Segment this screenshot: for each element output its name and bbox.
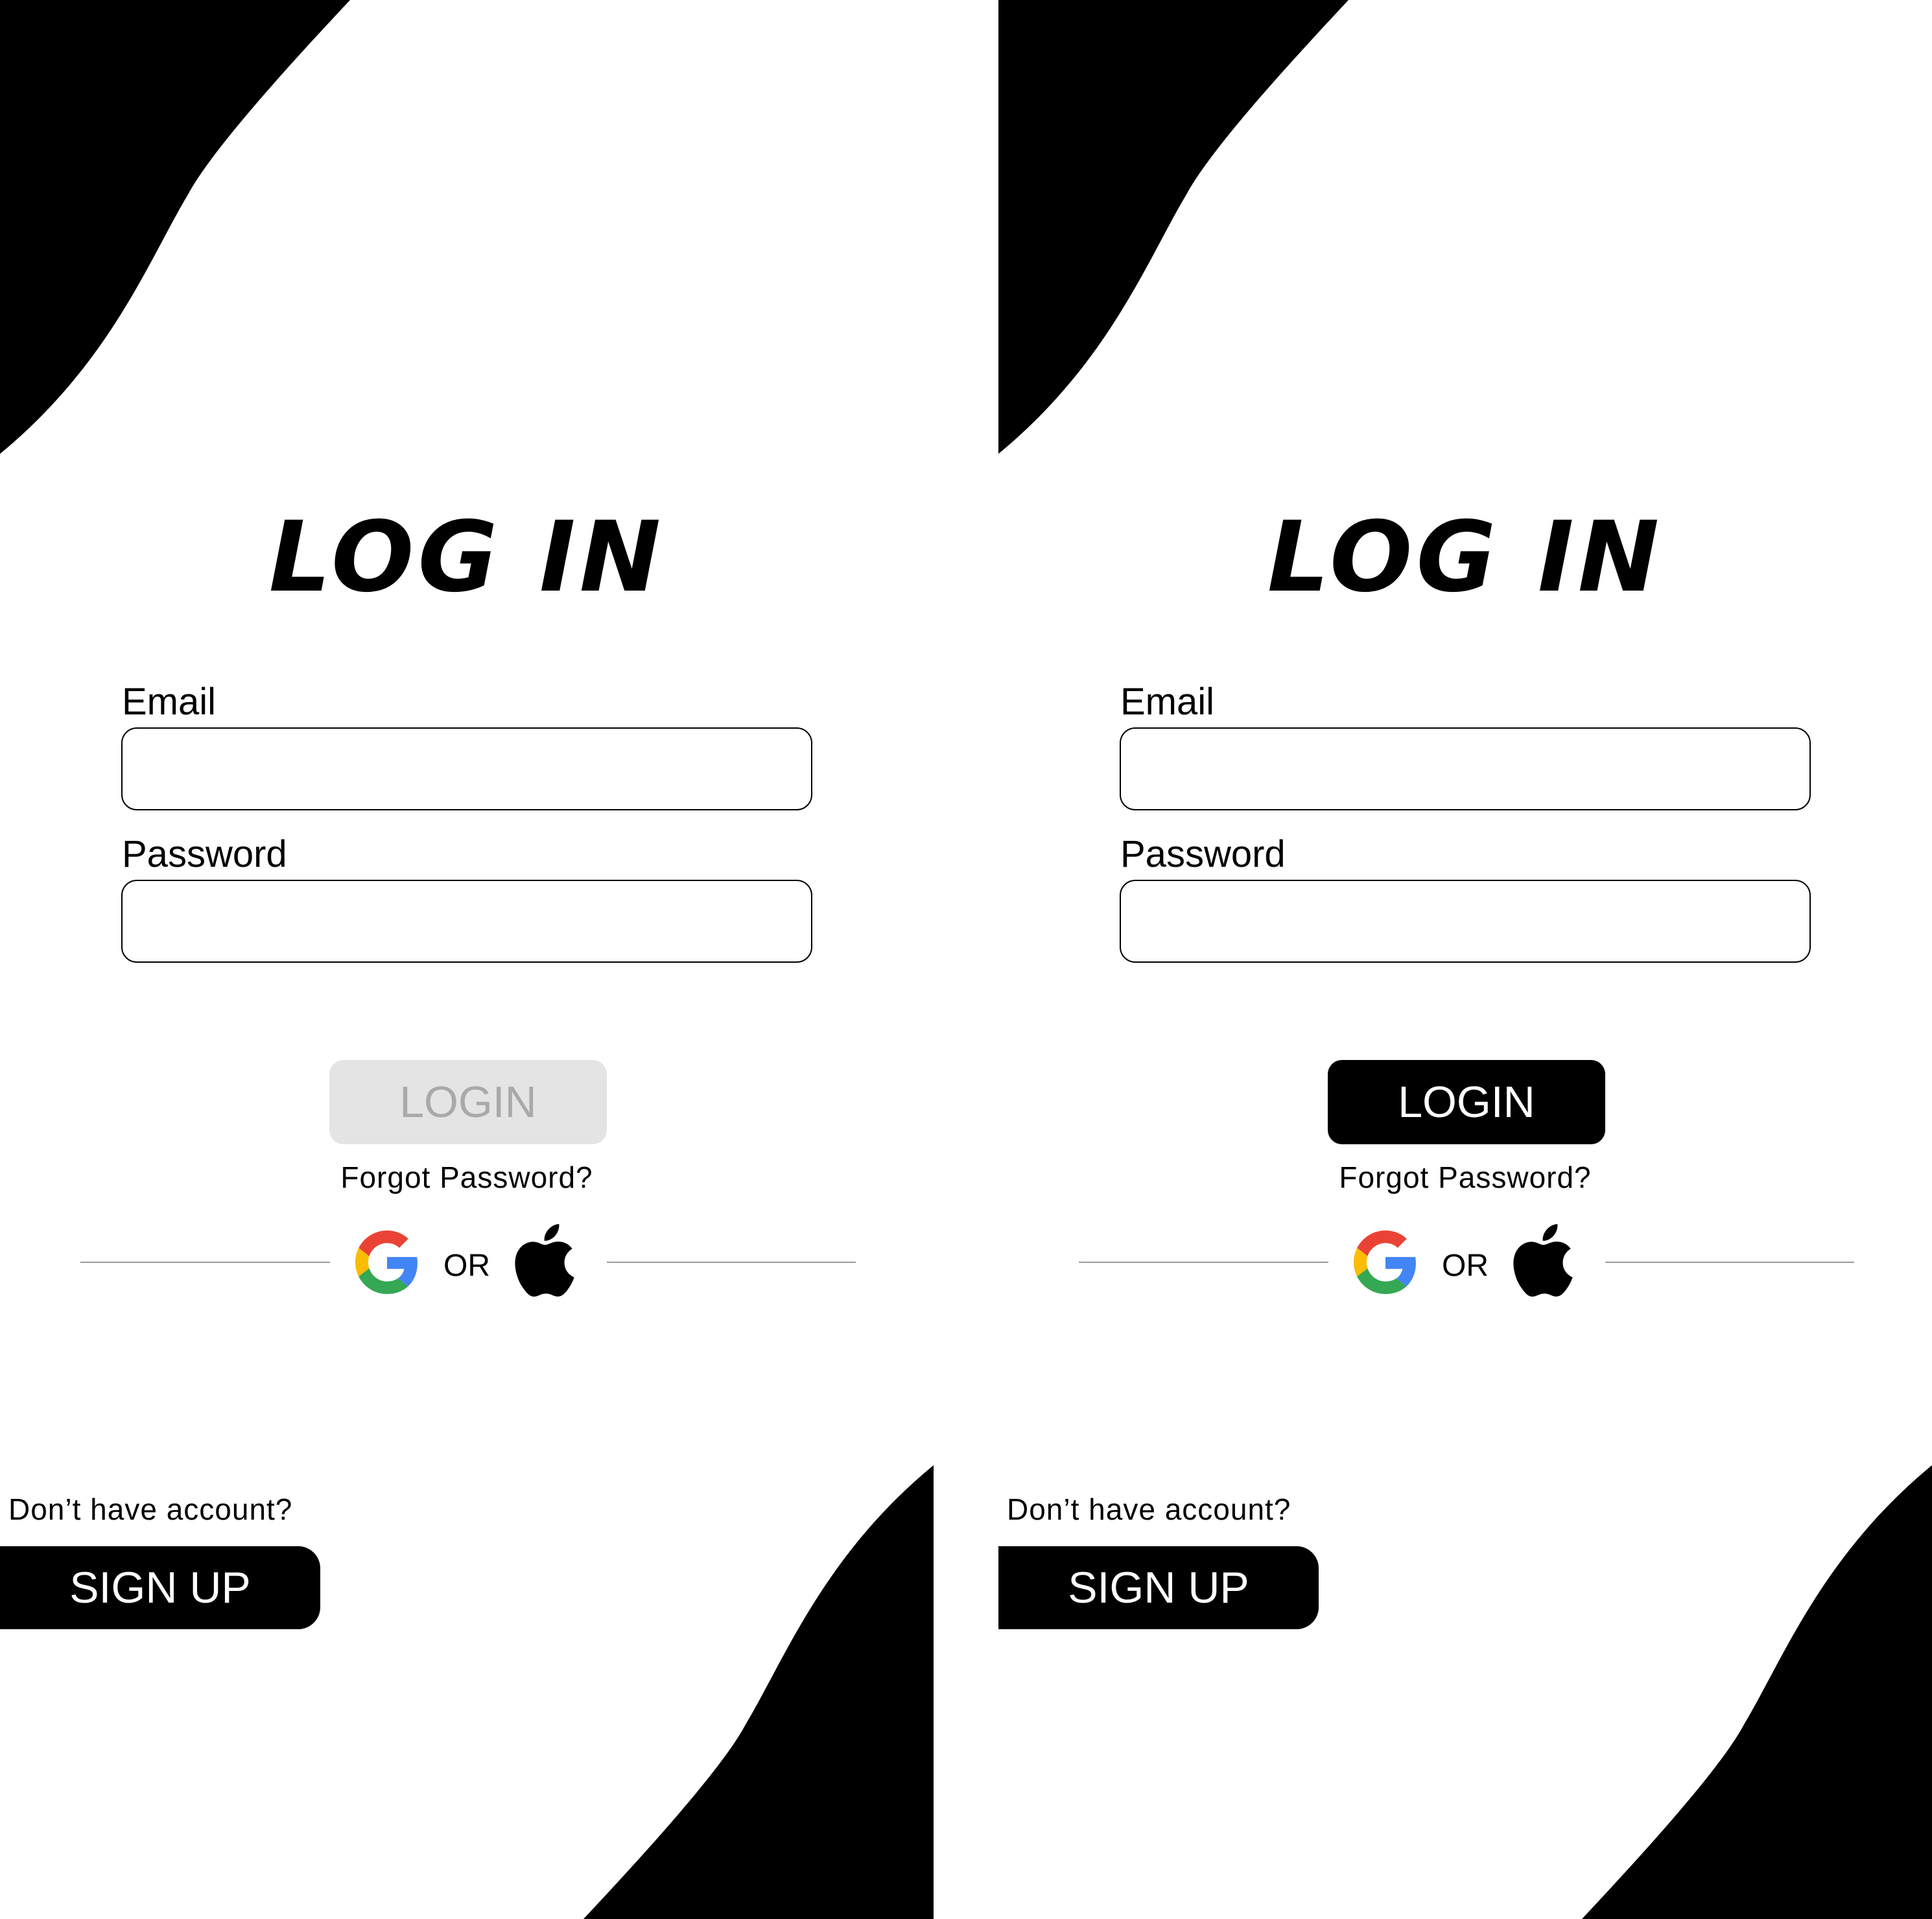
forgot-password-link[interactable]: Forgot Password? (998, 1158, 1932, 1197)
login-screen-enabled: LOG IN Email Password LOGIN Forgot Passw… (998, 0, 1932, 1919)
page-title: LOG IN (268, 501, 665, 614)
divider-right (1605, 1262, 1854, 1263)
password-label: Password (1120, 833, 1286, 875)
divider-right (607, 1262, 856, 1263)
password-field[interactable] (1120, 880, 1811, 963)
login-screen-disabled: LOG IN Email Password LOGIN Forgot Passw… (0, 0, 934, 1919)
or-separator-text: OR (1442, 1249, 1489, 1283)
forgot-password-link[interactable]: Forgot Password? (0, 1158, 934, 1197)
google-icon[interactable] (355, 1230, 419, 1294)
email-label: Email (1120, 681, 1215, 723)
sign-up-button[interactable]: SIGN UP (998, 1546, 1319, 1629)
google-icon[interactable] (1354, 1230, 1417, 1294)
no-account-text: Don’t have account? (8, 1492, 293, 1526)
bottom-wave-decoration (583, 1465, 934, 1919)
email-field[interactable] (1120, 727, 1811, 810)
bottom-wave-decoration (1582, 1465, 1932, 1919)
page-title: LOG IN (1267, 501, 1664, 614)
divider-left (80, 1262, 330, 1263)
apple-icon[interactable] (514, 1224, 575, 1297)
login-button[interactable]: LOGIN (1328, 1060, 1605, 1144)
email-label: Email (122, 681, 217, 723)
top-wave-decoration (0, 0, 350, 454)
top-wave-decoration (998, 0, 1349, 454)
password-label: Password (122, 833, 287, 875)
login-button[interactable]: LOGIN (329, 1060, 607, 1144)
apple-icon[interactable] (1513, 1224, 1573, 1297)
or-separator-text: OR (443, 1249, 490, 1283)
divider-left (1079, 1262, 1328, 1263)
no-account-text: Don’t have account? (1007, 1492, 1291, 1526)
sign-up-button[interactable]: SIGN UP (0, 1546, 320, 1629)
password-field[interactable] (121, 880, 812, 963)
email-field[interactable] (121, 727, 812, 810)
